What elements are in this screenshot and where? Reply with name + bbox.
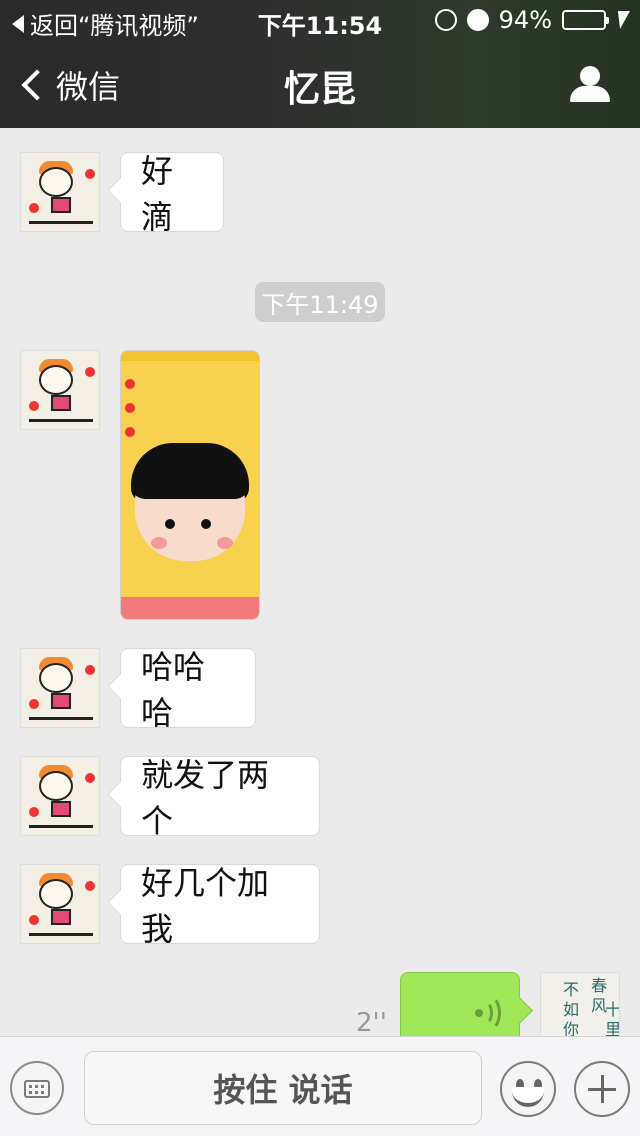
top-bar: 返回“腾讯视频” 下午11:54 94% 微信 忆昆 <box>0 0 640 128</box>
message-bubble[interactable]: 哈哈哈 <box>120 648 256 732</box>
input-bar: 按住 说话 <box>0 1036 640 1136</box>
message-text: 就发了两个 <box>141 756 270 840</box>
plus-icon[interactable] <box>574 1061 630 1117</box>
message-bubble[interactable]: 好几个加我 <box>120 864 320 948</box>
chat-area[interactable]: 好滴 下午11:49 哈哈哈 就发了两个 好几个加我 2'' 春 风 十 里 不… <box>0 128 640 1036</box>
keyboard-toggle-button[interactable] <box>10 1061 64 1115</box>
battery-icon <box>562 10 609 30</box>
alarm-icon <box>466 9 489 31</box>
battery-percent: 94% <box>498 6 552 34</box>
message-text: 好几个加我 <box>141 864 270 948</box>
self-avatar[interactable]: 春 风 十 里 不 如 你 <box>540 972 620 1036</box>
chat-title: 忆昆 <box>283 69 356 110</box>
message-text: 好滴 <box>141 152 174 236</box>
keyboard-icon <box>24 1080 50 1098</box>
orientation-lock-icon <box>434 9 457 31</box>
image-message[interactable] <box>120 350 260 620</box>
contact-avatar[interactable] <box>20 152 100 232</box>
message-bubble[interactable]: 就发了两个 <box>120 756 320 840</box>
press-to-talk-button[interactable]: 按住 说话 <box>84 1051 482 1125</box>
message-timestamp: 下午11:49 <box>255 282 385 322</box>
emoji-icon[interactable] <box>500 1061 556 1117</box>
status-right-group: 94% <box>434 6 630 34</box>
person-icon[interactable] <box>570 66 610 106</box>
contact-avatar[interactable] <box>20 350 100 430</box>
contact-avatar[interactable] <box>20 648 100 728</box>
voice-duration: 2'' <box>356 1008 387 1036</box>
voice-message[interactable] <box>400 972 520 1036</box>
charging-bolt-icon <box>614 11 630 29</box>
message-text: 哈哈哈 <box>141 648 206 732</box>
timestamp-text: 下午11:49 <box>261 290 379 319</box>
status-bar: 返回“腾讯视频” 下午11:54 94% <box>0 0 640 40</box>
nav-bar: 微信 忆昆 <box>0 40 640 128</box>
press-to-talk-label: 按住 说话 <box>213 1071 353 1109</box>
message-bubble[interactable]: 好滴 <box>120 152 224 236</box>
contact-avatar[interactable] <box>20 756 100 836</box>
contact-avatar[interactable] <box>20 864 100 944</box>
voice-wave-icon <box>475 995 507 1031</box>
